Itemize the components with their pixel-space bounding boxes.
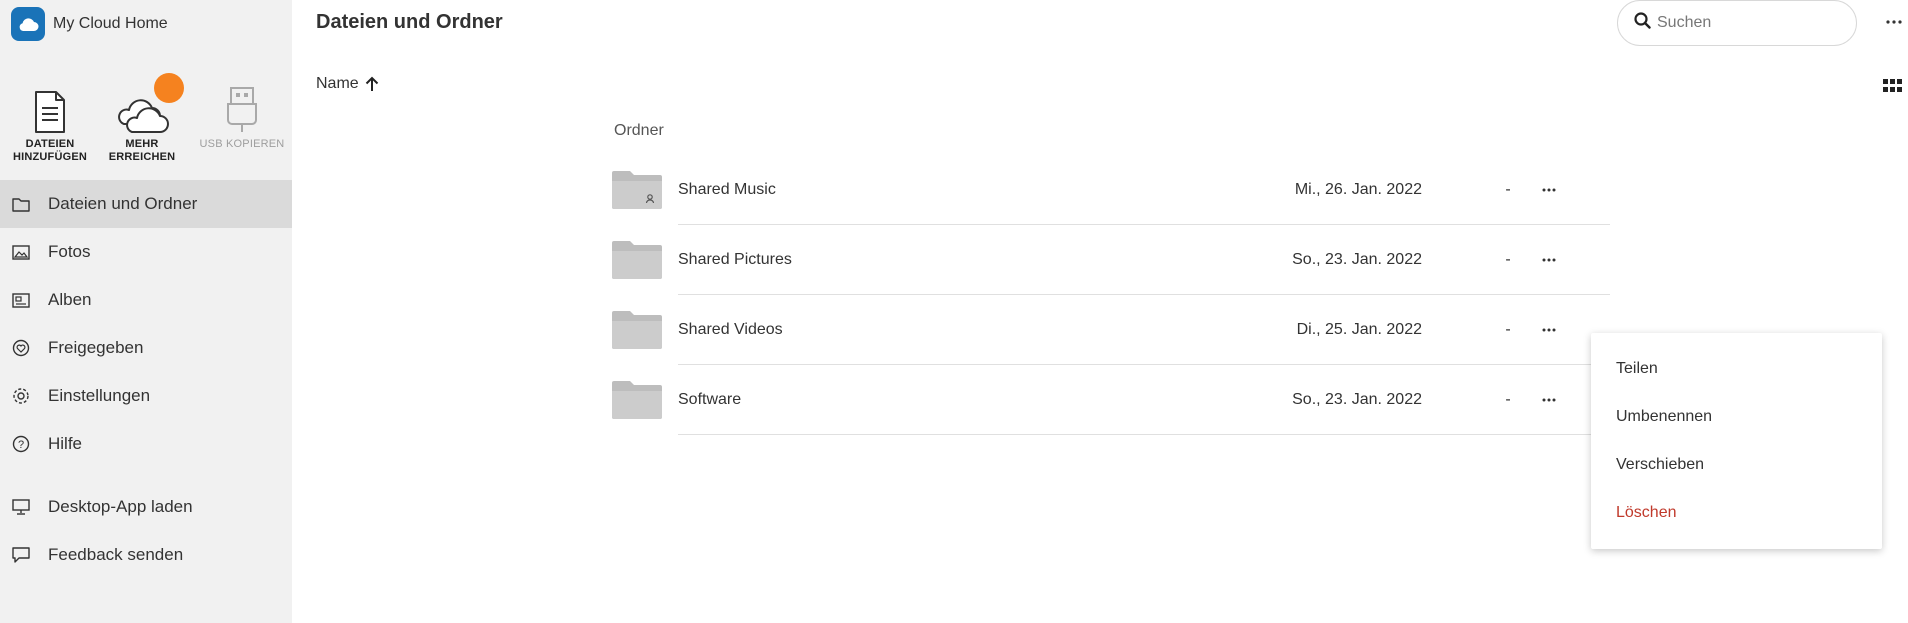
search-input[interactable] [1657,14,1837,32]
folder-name: Shared Pictures [678,251,792,268]
add-files-label-1: DATEIEN [25,138,75,150]
folder-icon [610,309,664,351]
chat-icon [12,546,30,564]
get-more-button[interactable]: MEHR ERREICHEN [92,72,192,164]
brand-name: My Cloud Home [53,15,168,32]
menu-item-move[interactable]: Verschieben [1591,441,1882,489]
photo-icon [12,243,30,261]
folder-name: Shared Videos [678,321,783,338]
table-row[interactable]: Software So., 23. Jan. 2022 - [610,365,1610,435]
table-row[interactable]: Shared Pictures So., 23. Jan. 2022 - [610,225,1610,295]
nav-label: Dateien und Ordner [48,194,198,213]
add-files-label-2: HINZUFÜGEN [12,151,88,163]
folder-size: - [1505,181,1511,198]
menu-item-rename[interactable]: Umbenennen [1591,393,1882,441]
document-icon [0,72,100,138]
monitor-icon [12,498,30,516]
page-title: Dateien und Ordner [316,11,503,33]
folder-size: - [1505,321,1511,338]
main-nav: Dateien und Ordner Fotos Alben Freigegeb… [0,180,292,468]
sidebar: My Cloud Home DATEIEN HINZUFÜGEN MEHR ER… [0,0,292,623]
folder-icon [610,239,664,281]
folder-size: - [1505,251,1511,268]
main-content: Dateien und Ordner Name Ordner Shared Mu… [292,0,1908,623]
notification-badge [154,73,184,103]
add-files-button[interactable]: DATEIEN HINZUFÜGEN [0,72,100,164]
shared-icon [12,339,30,357]
nav-label: Fotos [48,242,91,261]
more-options-icon[interactable] [1884,12,1904,32]
nav-label: Hilfe [48,434,83,453]
search-icon [1634,12,1651,34]
nav-item-desktop-app[interactable]: Desktop-App laden [0,483,292,531]
table-row[interactable]: Shared Videos Di., 25. Jan. 2022 - [610,295,1610,365]
sort-by-name-button[interactable]: Name [316,75,379,93]
album-icon [12,291,30,309]
row-more-icon[interactable] [1538,389,1560,411]
secondary-nav: Desktop-App laden Feedback senden [0,483,292,579]
nav-label: Freigegeben [48,338,144,357]
nav-label: Einstellungen [48,386,151,405]
arrow-up-icon [365,76,379,92]
nav-item-albums[interactable]: Alben [0,276,292,324]
nav-label: Feedback senden [48,545,184,564]
get-more-label-2: ERREICHEN [108,151,176,163]
nav-item-shared[interactable]: Freigegeben [0,324,292,372]
shared-folder-icon [610,169,664,211]
folder-date: So., 23. Jan. 2022 [1292,391,1422,408]
nav-item-help[interactable]: ? Hilfe [0,420,292,468]
nav-label: Alben [48,290,92,309]
brand[interactable]: My Cloud Home [11,7,168,41]
folder-outline-icon [12,195,30,213]
search-box[interactable] [1617,0,1857,46]
context-menu: Teilen Umbenennen Verschieben Löschen [1591,333,1882,549]
nav-item-photos[interactable]: Fotos [0,228,292,276]
cloud-logo-icon [11,7,45,41]
sort-label: Name [316,75,359,92]
menu-item-delete[interactable]: Löschen [1591,489,1882,537]
usb-icon [192,72,292,138]
grid-view-icon[interactable] [1883,79,1903,93]
nav-item-feedback[interactable]: Feedback senden [0,531,292,579]
nav-item-files-and-folders[interactable]: Dateien und Ordner [0,180,292,228]
nav-label: Desktop-App laden [48,497,193,516]
folder-date: Di., 25. Jan. 2022 [1296,321,1422,338]
folder-icon [610,379,664,421]
row-more-icon[interactable] [1538,179,1560,201]
table-row[interactable]: Shared Music Mi., 26. Jan. 2022 - [610,155,1610,225]
folder-name: Software [678,391,742,408]
folder-date: So., 23. Jan. 2022 [1292,251,1422,268]
folder-name: Shared Music [678,181,776,198]
folder-list: Shared Music Mi., 26. Jan. 2022 - Shared… [610,155,1610,435]
row-more-icon[interactable] [1538,319,1560,341]
svg-text:?: ? [18,439,24,451]
folder-size: - [1505,391,1511,408]
quick-actions: DATEIEN HINZUFÜGEN MEHR ERREICHEN USB KO… [0,72,292,172]
usb-copy-label: USB KOPIEREN [199,138,285,150]
help-icon: ? [12,435,30,453]
nav-item-settings[interactable]: Einstellungen [0,372,292,420]
gear-icon [12,387,30,405]
folder-date: Mi., 26. Jan. 2022 [1294,181,1422,198]
menu-item-share[interactable]: Teilen [1591,345,1882,393]
section-label-folders: Ordner [614,122,664,139]
usb-copy-button[interactable]: USB KOPIEREN [192,72,292,151]
row-divider [678,434,1610,435]
row-more-icon[interactable] [1538,249,1560,271]
get-more-label-1: MEHR [125,138,159,150]
